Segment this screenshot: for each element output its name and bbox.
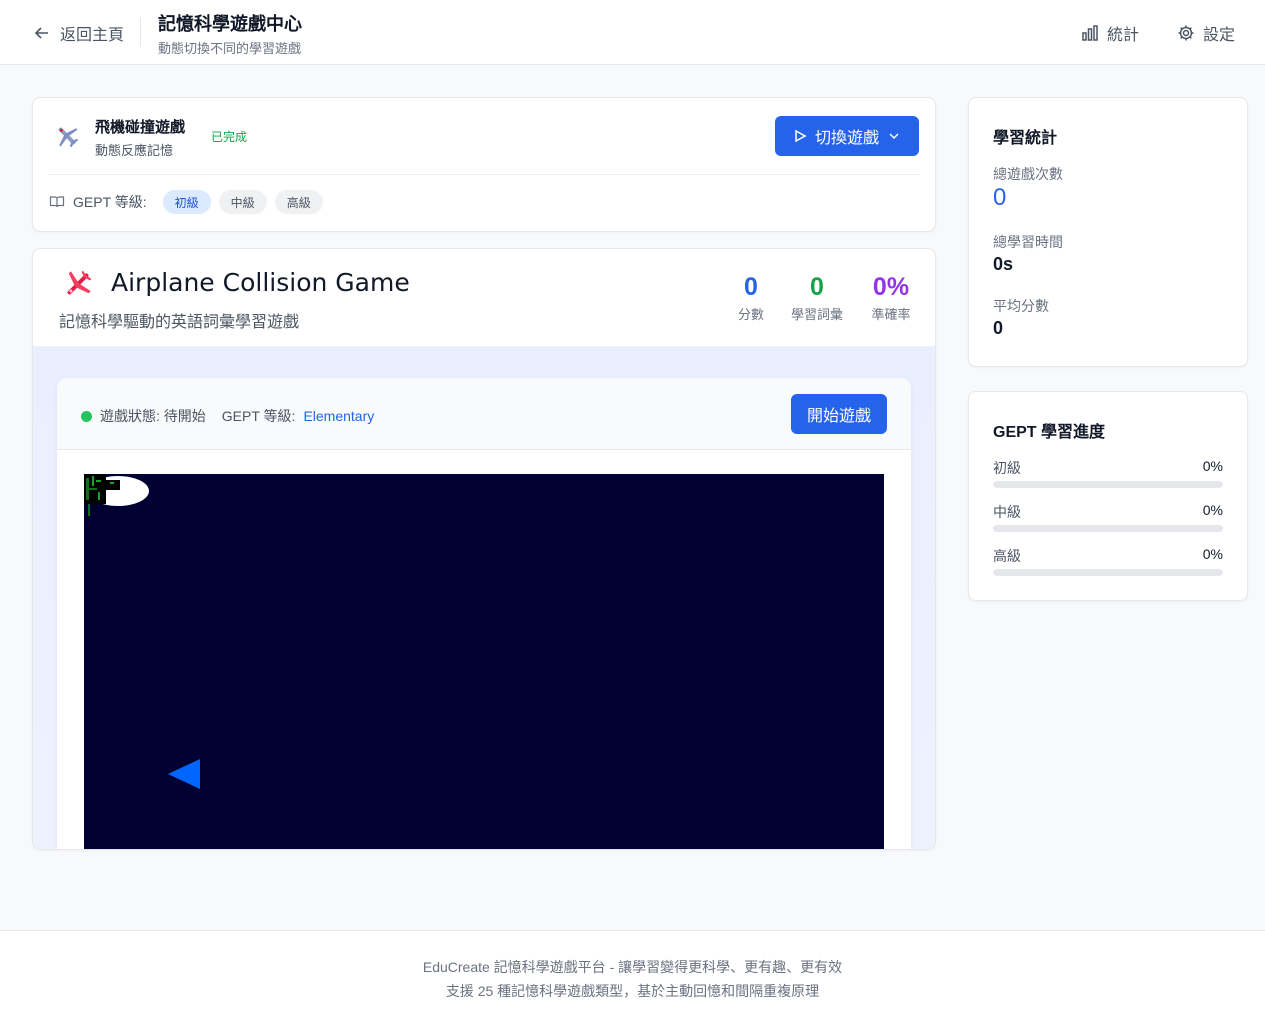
learning-stats-title: 學習統計 (993, 130, 1058, 147)
footer: EduCreate 記憶科學遊戲平台 - 讓學習變得更科學、更有趣、更有效 支援… (0, 930, 1265, 1023)
progress-label: 中級 (993, 504, 1021, 520)
vocab-value: 0 (810, 273, 824, 301)
gept-progress-title: GEPT 學習進度 (993, 424, 1106, 441)
footer-tagline: EduCreate 記憶科學遊戲平台 - 讓學習變得更科學、更有趣、更有效 (422, 959, 843, 975)
level-pill-advanced[interactable]: 高級 (274, 190, 323, 214)
gear-icon (1178, 25, 1194, 41)
gept-level-value: Elementary (303, 408, 375, 424)
gept-progress-card: GEPT 學習進度 初級 0% 中級 0% 高級 0% (968, 391, 1248, 601)
level-pill-intermediate[interactable]: 中級 (218, 190, 267, 214)
game-container: 遊戲狀態: 待開始 GEPT 等級: Elementary 開始遊戲 (57, 378, 911, 849)
airplane-icon (58, 127, 79, 148)
game-status: 遊戲狀態: 待開始 GEPT 等級: Elementary (81, 406, 374, 426)
score-value: 0 (744, 273, 758, 301)
status-label: 遊戲狀態: 待開始 (100, 408, 206, 424)
level-pill-elementary[interactable]: 初級 (162, 190, 211, 214)
status-dot (81, 410, 92, 422)
progress-percent: 0% (1202, 546, 1223, 562)
back-label: 返回主頁 (60, 27, 125, 44)
game-subtitle: 記憶科學驅動的英語詞彙學習遊戲 (59, 314, 300, 331)
accuracy-stat: 0% 準確率 (865, 273, 917, 323)
progress-row-intermediate: 中級 0% (993, 502, 1223, 532)
game-name: 飛機碰撞遊戲 (95, 119, 186, 136)
gept-level-selector: GEPT 等級: 初級 中級 高級 (49, 190, 323, 214)
play-icon (795, 129, 807, 143)
book-open-icon (49, 196, 65, 208)
learning-stats-card: 學習統計 總遊戲次數 0 總學習時間 0s 平均分數 0 (968, 97, 1248, 367)
progress-row-elementary: 初級 0% (993, 458, 1223, 488)
accuracy-value: 0% (872, 273, 910, 301)
footer-description: 支援 25 種記憶科學遊戲類型，基於主動回憶和間隔重複原理 (445, 983, 820, 999)
start-game-button[interactable]: 開始遊戲 (791, 394, 887, 434)
settings-button[interactable]: 設定 (1177, 21, 1235, 45)
game-selector-card: 飛機碰撞遊戲 動態反應記憶 已完成 切換遊戲 GEPT 等級: 初級 中級 高級 (32, 97, 936, 232)
game-scene (84, 474, 200, 789)
player-ship-shape (168, 759, 200, 789)
accuracy-label: 準確率 (871, 307, 911, 322)
stats-label: 統計 (1107, 27, 1140, 44)
game-card: Airplane Collision Game 記憶科學驅動的英語詞彙學習遊戲 … (32, 248, 936, 850)
back-to-home-button[interactable]: 返回主頁 (32, 21, 124, 45)
progress-bar (993, 525, 1223, 532)
game-area: 遊戲狀態: 待開始 GEPT 等級: Elementary 開始遊戲 (33, 346, 935, 849)
progress-label: 初級 (993, 460, 1021, 476)
game-control-bar: 遊戲狀態: 待開始 GEPT 等級: Elementary 開始遊戲 (57, 378, 911, 450)
total-games-label: 總遊戲次數 (993, 166, 1063, 182)
airplane-icon (67, 270, 92, 295)
total-time-label: 總學習時間 (993, 234, 1063, 250)
header-divider (140, 18, 141, 46)
avg-score-value: 0 (993, 318, 1004, 338)
progress-bar (993, 481, 1223, 488)
total-time-value: 0s (993, 254, 1014, 274)
page-subtitle: 動態切換不同的學習遊戲 (158, 41, 302, 56)
game-canvas[interactable] (84, 474, 884, 849)
page-title: 記憶科學遊戲中心 (158, 14, 302, 34)
score-label: 分數 (737, 307, 764, 322)
settings-label: 設定 (1203, 27, 1236, 44)
top-header: 返回主頁 記憶科學遊戲中心 動態切換不同的學習遊戲 統計 設定 (0, 0, 1265, 65)
bar-chart-icon (1082, 25, 1098, 41)
score-stat: 0 分數 (733, 273, 769, 323)
arrow-left-icon (34, 27, 48, 39)
divider (49, 174, 919, 175)
progress-percent: 0% (1202, 502, 1223, 518)
game-description: 動態反應記憶 (95, 143, 174, 158)
completion-status: 已完成 (211, 130, 248, 144)
progress-label: 高級 (993, 548, 1021, 564)
stats-button[interactable]: 統計 (1081, 21, 1139, 45)
progress-row-advanced: 高級 0% (993, 546, 1223, 576)
switch-game-button[interactable]: 切換遊戲 (775, 116, 919, 156)
progress-percent: 0% (1202, 458, 1223, 474)
vocab-stat: 0 學習詞彙 (787, 273, 847, 323)
switch-game-label: 切換遊戲 (814, 130, 879, 147)
gept-label: GEPT 等級: (73, 194, 147, 210)
avg-score-label: 平均分數 (993, 298, 1049, 314)
progress-bar (993, 569, 1223, 576)
total-games-value: 0 (993, 184, 1007, 211)
game-title: Airplane Collision Game (111, 268, 410, 297)
gept-level-label: GEPT 等級: (221, 408, 296, 424)
vocab-label: 學習詞彙 (790, 307, 843, 322)
chevron-down-icon (889, 133, 899, 140)
